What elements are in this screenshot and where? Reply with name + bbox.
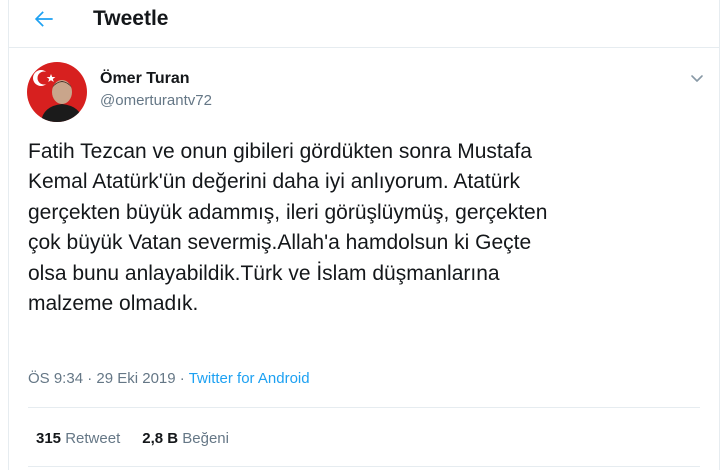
tweet-meta: ÖS 9:34 · 29 Eki 2019 · Twitter for Andr… xyxy=(28,370,310,387)
tweet-text: Fatih Tezcan ve onun gibileri gördükten … xyxy=(28,140,548,316)
profile-photo-icon xyxy=(27,62,87,122)
tweet-stats: 315 Retweet 2,8 B Beğeni xyxy=(36,430,229,447)
chevron-down-icon[interactable] xyxy=(689,70,705,86)
divider xyxy=(28,407,700,408)
arrow-left-icon[interactable] xyxy=(31,6,57,32)
retweet-count: 315 xyxy=(36,430,62,447)
meta-separator: · xyxy=(87,370,93,387)
meta-separator: · xyxy=(179,370,185,387)
author-name[interactable]: Ömer Turan xyxy=(100,70,190,88)
like-label: Beğeni xyxy=(182,430,229,447)
divider xyxy=(28,466,700,467)
tweet-date[interactable]: 29 Eki 2019 xyxy=(96,370,175,387)
like-count: 2,8 B xyxy=(142,430,179,447)
tweet-source-link[interactable]: Twitter for Android xyxy=(189,370,310,387)
retweet-label: Retweet xyxy=(65,430,121,447)
page-title: Tweetle xyxy=(93,7,169,30)
tweet-detail-panel: Tweetle Ömer Turan @omerturantv72 Fatih … xyxy=(8,0,720,470)
author-handle[interactable]: @omerturantv72 xyxy=(100,92,212,109)
like-stat[interactable]: 2,8 B Beğeni xyxy=(142,430,229,447)
header: Tweetle xyxy=(9,0,719,48)
retweet-stat[interactable]: 315 Retweet xyxy=(36,430,120,447)
avatar[interactable] xyxy=(27,62,87,122)
tweet-time[interactable]: ÖS 9:34 xyxy=(28,370,83,387)
